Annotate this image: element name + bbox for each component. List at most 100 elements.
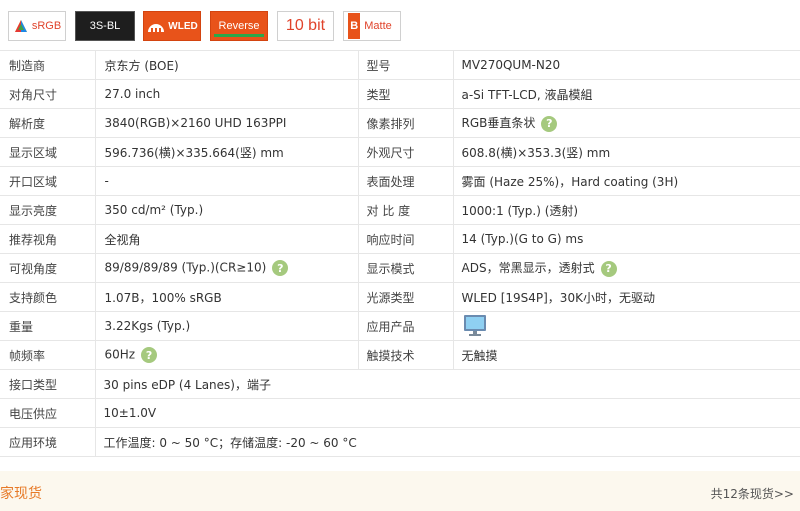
spec-label: 推荐视角	[0, 224, 96, 254]
reverse-badge: Reverse	[210, 11, 268, 41]
spec-label: 开口区域	[0, 166, 96, 196]
spec-value: 雾面 (Haze 25%)，Hard coating (3H)	[453, 166, 800, 196]
spec-label-text: 类型	[366, 87, 391, 102]
spec-value-text: MV270QUM-N20	[461, 58, 561, 72]
spec-label: 可视角度	[0, 253, 96, 283]
spec-label-text: 触摸技术	[366, 348, 415, 363]
spec-value-text: 596.736(横)×335.664(竖) mm	[104, 145, 284, 160]
spec-row: 帧频率 60Hz? 触摸技术 无触摸	[0, 340, 800, 370]
help-icon[interactable]: ?	[272, 260, 289, 276]
spec-label-text: 对角尺寸	[9, 87, 58, 102]
spec-row: 支持颜色 1.07B，100% sRGB 光源类型 WLED [19S4P]，30K小…	[0, 282, 800, 312]
spec-row: 显示区域 596.736(横)×335.664(竖) mm 外观尺寸 608.8(横)…	[0, 137, 800, 167]
help-icon[interactable]: ?	[600, 260, 617, 277]
bit-depth-label: 10 bit	[285, 17, 326, 34]
bit-depth-badge: 10 bit	[277, 11, 334, 41]
spec-row: 制造商 京东方 (BOE) 型号 MV270QUM-N20	[0, 50, 800, 80]
spec-value-text: 608.8(横)×353.3(竖) mm	[461, 145, 611, 160]
spec-label-text: 应用环境	[9, 435, 58, 450]
spec-value: 350 cd/m² (Typ.)	[95, 195, 359, 225]
spec-row: 开口区域 - 表面处理 雾面 (Haze 25%)，Hard coating (3H)	[0, 166, 800, 196]
spec-value-text: 3.22Kgs (Typ.)	[104, 319, 191, 333]
spec-value: 1000:1 (Typ.) (透射)	[453, 195, 800, 225]
spec-row: 重量 3.22Kgs (Typ.) 应用产品	[0, 311, 800, 341]
spec-label-text: 接口类型	[9, 377, 58, 392]
spec-label-text: 显示模式	[366, 261, 415, 276]
spec-value: 无触摸	[453, 340, 800, 370]
spec-label: 制造商	[0, 50, 96, 80]
spec-value	[453, 311, 800, 341]
spec-value-text: 89/89/89/89 (Typ.)(CR≥10)	[104, 260, 267, 275]
help-icon[interactable]: ?	[541, 115, 558, 132]
spec-label-text: 制造商	[9, 58, 46, 73]
spec-value: 工作温度: 0 ~ 50 °C；存储温度: -20 ~ 60 °C	[95, 427, 800, 457]
reverse-label: Reverse	[218, 20, 260, 32]
spec-label-text: 可视角度	[9, 261, 58, 276]
spec-label: 应用环境	[0, 427, 96, 457]
spec-label-text: 应用产品	[366, 319, 415, 334]
spec-label: 电压供应	[0, 398, 96, 428]
spec-value-text: 工作温度: 0 ~ 50 °C；存储温度: -20 ~ 60 °C	[103, 435, 357, 450]
spec-value: 89/89/89/89 (Typ.)(CR≥10)?	[95, 253, 359, 283]
stock-count-link[interactable]: 共12条现货>>	[711, 485, 794, 502]
spec-label-text: 开口区域	[9, 174, 58, 189]
spec-label: 对角尺寸	[0, 79, 96, 109]
backlight-badge: 3S-BL	[75, 11, 135, 41]
spec-label: 触摸技术	[358, 340, 454, 370]
spec-value: 1.07B，100% sRGB	[95, 282, 359, 312]
spec-label: 帧频率	[0, 340, 96, 370]
spec-value-text: 雾面 (Haze 25%)，Hard coating (3H)	[461, 174, 679, 189]
spec-label: 像素排列	[358, 108, 454, 138]
spec-label-text: 光源类型	[366, 290, 415, 305]
spec-label-text: 显示亮度	[9, 203, 58, 218]
spec-value-text: 27.0 inch	[104, 87, 161, 101]
spec-label: 解析度	[0, 108, 96, 138]
srgb-badge: sRGB	[8, 11, 66, 41]
spec-value: RGB垂直条状?	[453, 108, 800, 138]
spec-value-text: 1000:1 (Typ.) (透射)	[461, 203, 579, 218]
spec-label: 类型	[358, 79, 454, 109]
spec-label: 显示模式	[358, 253, 454, 283]
spec-value-text: a-Si TFT-LCD, 液晶模組	[461, 87, 593, 102]
spec-label-text: 像素排列	[366, 116, 415, 131]
spec-label: 重量	[0, 311, 96, 341]
help-icon[interactable]: ?	[141, 347, 158, 363]
spec-label-text: 电压供应	[9, 406, 58, 421]
spec-value-text: 14 (Typ.)(G to G) ms	[461, 232, 584, 246]
spec-label-text: 重量	[9, 319, 34, 334]
spec-value-text: 10±1.0V	[103, 406, 157, 420]
spec-label: 显示亮度	[0, 195, 96, 225]
spec-value: 27.0 inch	[95, 79, 359, 109]
spec-row: 显示亮度 350 cd/m² (Typ.) 对 比 度 1000:1 (Typ.) (…	[0, 195, 800, 225]
spec-label: 外观尺寸	[358, 137, 454, 167]
spec-label-text: 对 比 度	[366, 203, 411, 218]
spec-label-text: 推荐视角	[9, 232, 58, 247]
spec-value: 3840(RGB)×2160 UHD 163PPI	[95, 108, 359, 138]
spec-label: 对 比 度	[358, 195, 454, 225]
spec-value-text: 30 pins eDP (4 Lanes)，端子	[103, 377, 271, 392]
spec-label-text: 显示区域	[9, 145, 58, 160]
monitor-icon	[463, 315, 486, 336]
spec-table-body: 制造商 京东方 (BOE) 型号 MV270QUM-N20 对角尺寸 27.0 inch 类…	[0, 50, 800, 457]
spec-value: a-Si TFT-LCD, 液晶模組	[453, 79, 800, 109]
spec-value-text: 全视角	[104, 232, 141, 247]
color-gamut-icon	[14, 20, 27, 32]
spec-row: 可视角度 89/89/89/89 (Typ.)(CR≥10)? 显示模式 ADS，常黑…	[0, 253, 800, 283]
led-icon	[148, 24, 165, 32]
spec-value-text: 京东方 (BOE)	[104, 58, 179, 73]
spec-value: 14 (Typ.)(G to G) ms	[453, 224, 800, 254]
spec-label: 响应时间	[358, 224, 454, 254]
spec-label: 应用产品	[358, 311, 454, 341]
spec-row: 电压供应 10±1.0V	[0, 398, 800, 428]
spec-table: 制造商 京东方 (BOE) 型号 MV270QUM-N20 对角尺寸 27.0 inch 类…	[0, 50, 800, 457]
spec-value: MV270QUM-N20	[453, 50, 800, 80]
spec-value-text: 3840(RGB)×2160 UHD 163PPI	[104, 116, 287, 130]
spec-value: -	[95, 166, 359, 196]
spec-value: 3.22Kgs (Typ.)	[95, 311, 359, 341]
spec-value: 全视角	[95, 224, 359, 254]
spec-label-text: 响应时间	[366, 232, 415, 247]
spec-label-text: 帧频率	[9, 348, 46, 363]
spec-label: 光源类型	[358, 282, 454, 312]
spec-label-text: 外观尺寸	[366, 145, 415, 160]
matte-label: Matte	[364, 20, 392, 32]
